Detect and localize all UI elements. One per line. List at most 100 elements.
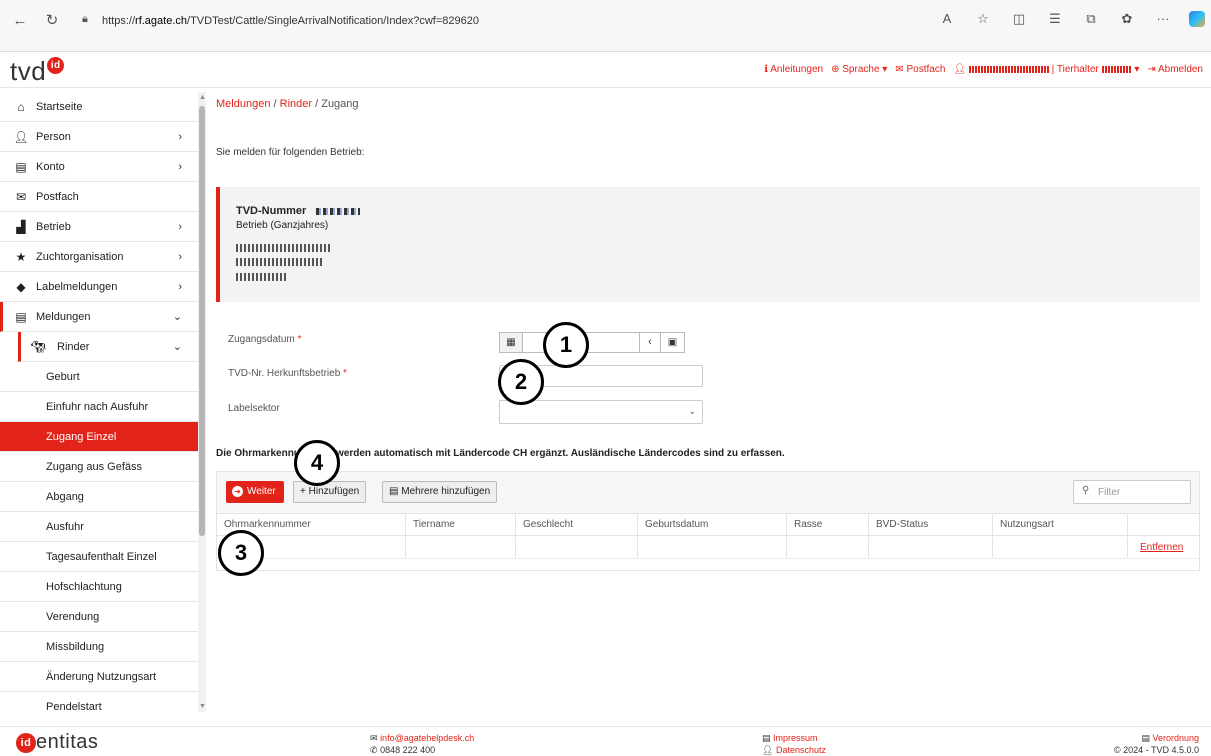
- email-link[interactable]: ✉ info@agatehelpdesk.ch: [370, 732, 474, 744]
- user-menu[interactable]: 👤︎ | Tierhalter ▾: [953, 64, 1139, 75]
- version-text: © 2024 - TVD 4.5.0.0: [1113, 745, 1199, 755]
- chevron-right-icon: ›: [178, 221, 182, 233]
- column-header[interactable]: Nutzungsart: [993, 514, 1128, 535]
- extensions-icon[interactable]: ✿: [1117, 9, 1137, 29]
- clipboard-icon: ▤: [389, 486, 399, 497]
- scroll-down-icon[interactable]: ▼: [199, 703, 206, 710]
- sidebar-subitem-aenderung-nutzungsart[interactable]: Änderung Nutzungsart: [0, 662, 198, 692]
- callout-1: 1: [543, 322, 589, 368]
- redacted-address-line: [236, 273, 286, 281]
- footer-contact: ✉ info@agatehelpdesk.ch ✆ 0848 222 400: [370, 732, 474, 756]
- weiter-button[interactable]: ➜ Weiter: [226, 481, 284, 503]
- entfernen-link[interactable]: Entfernen: [1128, 537, 1199, 558]
- lock-icon: 🔒︎: [82, 13, 88, 25]
- phone-icon: ✆: [370, 745, 378, 755]
- sidebar-subitem-hofschlachtung[interactable]: Hofschlachtung: [0, 572, 198, 602]
- verordnung-link[interactable]: ▤ Verordnung: [1114, 732, 1199, 744]
- scrollbar-thumb[interactable]: [199, 106, 205, 536]
- sidebar-item-labelmeldungen[interactable]: ◆ Labelmeldungen ›: [0, 272, 198, 302]
- sidebar-subitem-tagesaufenthalt[interactable]: Tagesaufenthalt Einzel: [0, 542, 198, 572]
- favorite-star-icon[interactable]: ☆: [973, 9, 993, 29]
- hinzufuegen-button[interactable]: + Hinzufügen: [293, 481, 367, 503]
- top-links: ℹ Anleitungen ⊕ Sprache ▾ ✉ Postfach 👤︎ …: [764, 64, 1203, 75]
- identitas-logo[interactable]: id entitas: [16, 731, 98, 754]
- address-bar[interactable]: 🔒︎ https://rf.agate.ch/TVDTest/Cattle/Si…: [76, 6, 1076, 36]
- herkunft-label: TVD-Nr. Herkunftsbetrieb *: [228, 368, 347, 379]
- zugangsdatum-label: Zugangsdatum *: [228, 334, 302, 345]
- footer: id entitas ✉ info@agatehelpdesk.ch ✆ 0848…: [0, 726, 1211, 756]
- chevron-right-icon: ›: [178, 131, 182, 143]
- postfach-link[interactable]: ✉ Postfach: [895, 64, 945, 75]
- collections-icon[interactable]: ⧉: [1081, 9, 1101, 29]
- scroll-up-icon[interactable]: ▲: [199, 94, 206, 101]
- chevron-down-icon: ⌄: [172, 341, 182, 353]
- sidebar-item-startseite[interactable]: ⌂ Startseite: [0, 92, 198, 122]
- callout-4: 4: [294, 440, 340, 486]
- plus-icon: +: [300, 486, 306, 497]
- previous-day-button[interactable]: ‹: [639, 332, 661, 353]
- sidebar-subitem-missbildung[interactable]: Missbildung: [0, 632, 198, 662]
- sidebar-item-rinder[interactable]: 🐄︎ Rinder ⌄: [18, 332, 198, 362]
- cell-geburtsdatum: [638, 537, 787, 558]
- column-header[interactable]: Geburtsdatum: [638, 514, 787, 535]
- breadcrumb-meldungen[interactable]: Meldungen: [216, 98, 270, 110]
- tvd-logo[interactable]: tvd id: [10, 56, 65, 87]
- sidebar-item-postfach[interactable]: ✉ Postfach: [0, 182, 198, 212]
- more-icon[interactable]: ···: [1153, 9, 1173, 29]
- sidebar-subitem-ausfuhr[interactable]: Ausfuhr: [0, 512, 198, 542]
- sidebar-subitem-pendelstart[interactable]: Pendelstart: [0, 692, 198, 712]
- abmelden-link[interactable]: ⇥ Abmelden: [1147, 64, 1203, 75]
- chevron-right-icon: ›: [178, 161, 182, 173]
- calendar-icon[interactable]: ▦: [499, 332, 523, 353]
- main-content: Meldungen / Rinder / Zugang Sie melden f…: [216, 92, 1200, 712]
- column-header[interactable]: Geschlecht: [516, 514, 638, 535]
- calendar-picker-icon[interactable]: ▣: [661, 332, 685, 353]
- sidebar-subitem-zugang-einzel[interactable]: Zugang Einzel: [0, 422, 198, 452]
- sidebar-item-konto[interactable]: ▤ Konto ›: [0, 152, 198, 182]
- impressum-link[interactable]: ▤ Impressum: [762, 732, 826, 744]
- mehrere-hinzufuegen-button[interactable]: ▤ Mehrere hinzufügen: [382, 481, 498, 503]
- back-icon[interactable]: ←: [10, 11, 30, 31]
- star-icon: ★: [15, 250, 27, 264]
- sidebar-subitem-verendung[interactable]: Verendung: [0, 602, 198, 632]
- sidebar-subitem-abgang[interactable]: Abgang: [0, 482, 198, 512]
- column-header[interactable]: Rasse: [787, 514, 869, 535]
- app-header: tvd id ℹ Anleitungen ⊕ Sprache ▾ ✉ Postfa…: [0, 52, 1211, 88]
- user-shield-icon: 👤︎: [762, 745, 774, 755]
- url-text: https://rf.agate.ch/TVDTest/Cattle/Singl…: [102, 15, 479, 27]
- anleitungen-link[interactable]: ℹ Anleitungen: [764, 64, 823, 75]
- money-icon: ▤: [15, 160, 27, 174]
- sidebar-subitem-einfuhr[interactable]: Einfuhr nach Ausfuhr: [0, 392, 198, 422]
- cell-bvd-status: [869, 537, 993, 558]
- datenschutz-link[interactable]: 👤︎ Datenschutz: [762, 744, 826, 756]
- breadcrumb-rinder[interactable]: Rinder: [280, 98, 312, 110]
- clipboard-icon: ▤: [15, 310, 27, 324]
- tags-icon: ◆: [16, 280, 26, 294]
- reload-icon[interactable]: ↻: [42, 11, 62, 31]
- document-icon: ▤: [762, 733, 771, 743]
- clipboard-icon: ▤: [1141, 733, 1150, 743]
- sidebar-subitem-geburt[interactable]: Geburt: [0, 362, 198, 392]
- sprache-dropdown[interactable]: ⊕ Sprache ▾: [831, 64, 887, 75]
- breadcrumb: Meldungen / Rinder / Zugang: [216, 98, 359, 110]
- sidebar-item-meldungen[interactable]: ▤ Meldungen ⌄: [0, 302, 198, 332]
- sidebar-scrollbar[interactable]: ▲ ▼: [198, 92, 206, 712]
- sidebar-subitem-zugang-gefaess[interactable]: Zugang aus Gefäss: [0, 452, 198, 482]
- callout-2: 2: [498, 359, 544, 405]
- filter-input[interactable]: ⚲ Filter: [1073, 480, 1191, 504]
- sidebar-item-betrieb[interactable]: ▟ Betrieb ›: [0, 212, 198, 242]
- footer-legal: ▤ Impressum 👤︎ Datenschutz: [762, 732, 826, 756]
- sidebar-item-person[interactable]: 👤︎ Person ›: [0, 122, 198, 152]
- sidebar-item-zuchtorganisation[interactable]: ★ Zuchtorganisation ›: [0, 242, 198, 272]
- labelsektor-select[interactable]: ⌄: [499, 400, 703, 424]
- copilot-icon[interactable]: [1189, 11, 1205, 27]
- column-header[interactable]: BVD-Status: [869, 514, 993, 535]
- read-aloud-icon[interactable]: A: [937, 9, 957, 29]
- search-icon: ⚲: [1082, 485, 1090, 496]
- split-screen-icon[interactable]: ◫: [1009, 9, 1029, 29]
- grid-toolbar: ➜ Weiter + Hinzufügen ▤ Mehrere hinzufüge…: [217, 472, 1199, 514]
- column-header[interactable]: Tiername: [406, 514, 516, 535]
- favorites-icon[interactable]: ☰: [1045, 9, 1065, 29]
- redacted-address-line: [236, 258, 324, 266]
- animal-grid: ➜ Weiter + Hinzufügen ▤ Mehrere hinzufüge…: [216, 471, 1200, 571]
